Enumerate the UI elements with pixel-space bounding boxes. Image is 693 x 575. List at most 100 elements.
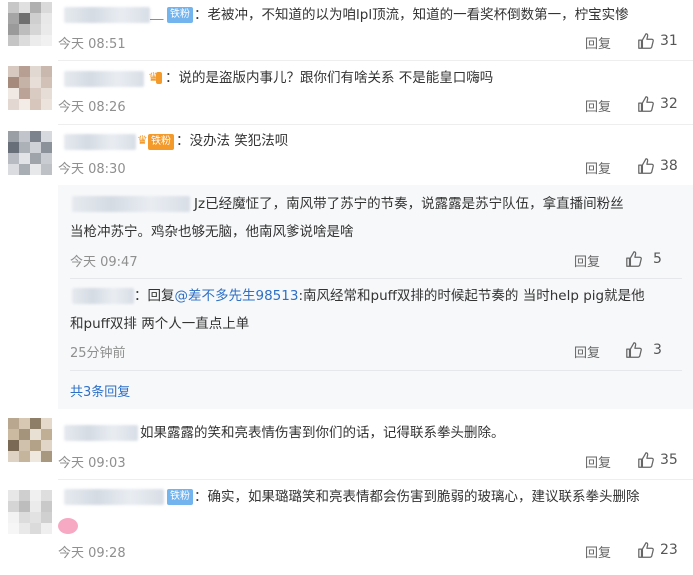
username-suffix: ＿	[150, 6, 164, 22]
username-blurred[interactable]	[72, 288, 134, 304]
avatar-pixel	[30, 142, 41, 153]
avatar-pixel	[19, 142, 30, 153]
avatar-pixel	[19, 429, 30, 440]
comment-item: ♛ ：说的是盗版内事儿？跟你们有啥关系 不是能皇口嗨吗 今天 08:26 回复 …	[0, 61, 693, 124]
username-blurred[interactable]	[64, 425, 138, 441]
avatar-pixel	[19, 490, 30, 501]
avatar-pixel	[19, 35, 30, 46]
mention-link[interactable]: @差不多先生98513	[175, 288, 299, 304]
avatar-pixel	[19, 440, 30, 451]
reply-button[interactable]: 回复	[574, 251, 600, 270]
avatar-pixel	[8, 512, 19, 523]
more-replies-link[interactable]: 共3条回复	[70, 381, 130, 400]
avatar-pixel	[41, 164, 52, 175]
username-blurred[interactable]	[72, 196, 190, 212]
avatar-pixel	[8, 99, 19, 110]
reply-text: ：回复@差不多先生98513:南风经常和puff双排的时候起节奏的 当时help…	[134, 284, 645, 308]
avatar-pixel	[19, 24, 30, 35]
avatar-pixel	[30, 2, 41, 13]
reply-time: 今天 09:47	[70, 255, 138, 270]
reply-button[interactable]: 回复	[585, 452, 611, 471]
reply-text: Jz已经魔怔了，南风带了苏宁的节奏，说露露是苏宁队伍，拿直播间粉丝	[194, 196, 624, 212]
avatar-pixel	[19, 451, 30, 462]
avatar-pixel	[8, 418, 19, 429]
avatar-pixel	[30, 66, 41, 77]
avatar-pixel	[19, 418, 30, 429]
like-count: 31	[660, 33, 678, 49]
comment-text: ：没办法 笑犯法呗	[176, 133, 289, 149]
comment-time: 今天 08:51	[58, 37, 126, 52]
fan-badge	[156, 72, 162, 84]
avatar[interactable]	[8, 418, 52, 462]
avatar-pixel	[19, 88, 30, 99]
fan-badge: 铁粉	[167, 7, 193, 23]
avatar-pixel	[19, 523, 30, 534]
avatar-pixel	[41, 99, 52, 110]
comment-text: ：说的是盗版内事儿？跟你们有啥关系 不是能皇口嗨吗	[165, 70, 494, 86]
avatar-pixel	[19, 164, 30, 175]
avatar[interactable]	[8, 2, 52, 46]
avatar-pixel	[41, 512, 52, 523]
avatar-pixel	[41, 142, 52, 153]
avatar-pixel	[8, 13, 19, 24]
reply-button[interactable]: 回复	[585, 33, 611, 52]
reply-button[interactable]: 回复	[585, 96, 611, 115]
avatar-pixel	[8, 501, 19, 512]
avatar-pixel	[41, 501, 52, 512]
avatar-pixel	[30, 24, 41, 35]
avatar-pixel	[41, 440, 52, 451]
reply-text-cont: 当枪冲苏宁。鸡杂也够无脑，他南风爹说啥是啥	[70, 224, 354, 240]
reply-button[interactable]: 回复	[585, 158, 611, 177]
avatar-pixel	[19, 153, 30, 164]
avatar-pixel	[19, 131, 30, 142]
avatar-pixel	[8, 77, 19, 88]
avatar-pixel	[8, 66, 19, 77]
avatar-pixel	[41, 523, 52, 534]
avatar[interactable]	[8, 490, 52, 534]
pink-bunny-sticker	[58, 518, 78, 534]
avatar-pixel	[19, 501, 30, 512]
avatar-pixel	[30, 131, 41, 142]
avatar-pixel	[41, 2, 52, 13]
divider	[70, 278, 682, 279]
comment-item: 如果露露的笑和亮表情伤害到你们的话，记得联系拳头删除。 今天 09:03 回复 …	[0, 410, 693, 480]
avatar-pixel	[19, 77, 30, 88]
like-count: 32	[660, 96, 678, 112]
comment-item: ＿ 铁粉 ：老被冲，不知道的以为咱lpl顶流，知道的一看奖杯倒数第一，柠宝实惨 …	[0, 0, 693, 60]
reply-button[interactable]: 回复	[585, 542, 611, 561]
avatar-pixel	[41, 77, 52, 88]
avatar-pixel	[30, 13, 41, 24]
username-blurred[interactable]	[64, 134, 136, 150]
avatar[interactable]	[8, 66, 52, 110]
avatar-pixel	[41, 131, 52, 142]
avatar-pixel	[41, 418, 52, 429]
avatar-pixel	[41, 88, 52, 99]
like-count: 3	[653, 342, 662, 358]
avatar-pixel	[30, 523, 41, 534]
avatar-pixel	[8, 24, 19, 35]
comment-time: 今天 08:30	[58, 162, 126, 177]
comment-text: ：确实，如果璐璐笑和亮表情都会伤害到脆弱的玻璃心，建议联系拳头删除	[194, 489, 640, 505]
avatar-pixel	[30, 35, 41, 46]
thumb-up-icon[interactable]	[637, 95, 655, 113]
like-count: 35	[660, 452, 678, 468]
avatar-pixel	[30, 164, 41, 175]
thumb-up-icon[interactable]	[637, 32, 655, 50]
thumb-up-icon[interactable]	[637, 451, 655, 469]
avatar-pixel	[30, 440, 41, 451]
username-blurred[interactable]	[64, 71, 144, 87]
thumb-up-icon[interactable]	[625, 250, 643, 268]
divider	[70, 370, 682, 371]
username-blurred[interactable]	[64, 489, 164, 505]
comment-text: 如果露露的笑和亮表情伤害到你们的话，记得联系拳头删除。	[140, 425, 505, 441]
avatar-pixel	[30, 490, 41, 501]
comment-item: ♛ 铁粉 ：没办法 笑犯法呗 今天 08:30 回复 38	[0, 125, 693, 185]
avatar[interactable]	[8, 131, 52, 175]
username-blurred[interactable]	[64, 7, 150, 23]
like-count: 5	[653, 251, 662, 267]
thumb-up-icon[interactable]	[625, 341, 643, 359]
thumb-up-icon[interactable]	[637, 157, 655, 175]
avatar-pixel	[8, 164, 19, 175]
thumb-up-icon[interactable]	[637, 541, 655, 559]
reply-button[interactable]: 回复	[574, 342, 600, 361]
